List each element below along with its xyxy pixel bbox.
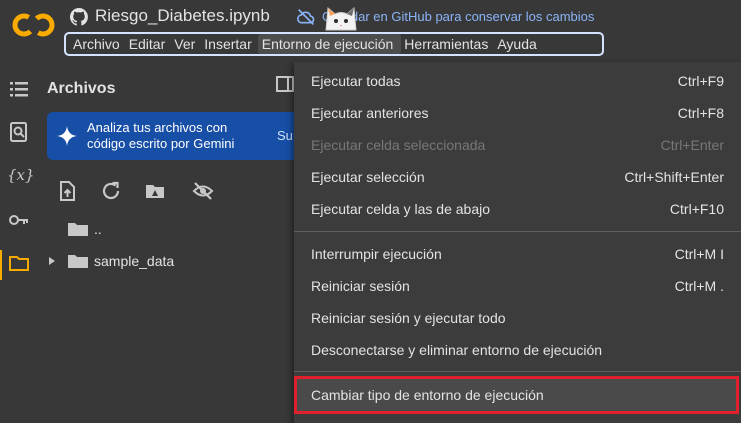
menu-archivo[interactable]: Archivo bbox=[70, 34, 126, 54]
folder-icon[interactable] bbox=[8, 252, 30, 274]
menu-run-cell-and-below[interactable]: Ejecutar celda y las de abajo Ctrl+F10 bbox=[294, 193, 741, 225]
github-icon bbox=[70, 8, 88, 26]
search-icon[interactable] bbox=[8, 121, 30, 143]
menu-restart-session[interactable]: Reiniciar sesión Ctrl+M . bbox=[294, 270, 741, 302]
menu-entorno-de-ejecucion[interactable]: Entorno de ejecución bbox=[257, 34, 402, 54]
menu-change-runtime-type[interactable]: Cambiar tipo de entorno de ejecución bbox=[294, 379, 741, 411]
cloud-off-icon bbox=[297, 9, 315, 25]
menu-bar: Archivo Editar Ver Insertar Entorno de e… bbox=[64, 32, 604, 56]
menu-run-before[interactable]: Ejecutar anteriores Ctrl+F8 bbox=[294, 97, 741, 129]
item-label: Ejecutar todas bbox=[311, 73, 401, 89]
menu-herramientas[interactable]: Herramientas bbox=[401, 34, 494, 54]
menu-run-all[interactable]: Ejecutar todas Ctrl+F9 bbox=[294, 65, 741, 97]
menu-run-selection[interactable]: Ejecutar selección Ctrl+Shift+Enter bbox=[294, 161, 741, 193]
item-shortcut: Ctrl+F8 bbox=[677, 105, 724, 121]
item-label: Interrumpir ejecución bbox=[311, 246, 442, 262]
menu-editar[interactable]: Editar bbox=[126, 34, 172, 54]
menu-run-selected-cell: Ejecutar celda seleccionada Ctrl+Enter bbox=[294, 129, 741, 161]
notebook-title[interactable]: Riesgo_Diabetes.ipynb bbox=[95, 6, 270, 26]
cat-mascot-icon bbox=[325, 6, 357, 31]
refresh-icon[interactable] bbox=[100, 180, 122, 202]
item-label: Ejecutar celda y las de abajo bbox=[311, 201, 490, 217]
expand-caret-icon[interactable] bbox=[47, 256, 57, 266]
menu-disconnect-delete-runtime[interactable]: Desconectarse y eliminar entorno de ejec… bbox=[294, 334, 741, 366]
key-icon[interactable] bbox=[8, 209, 30, 231]
hide-icon[interactable] bbox=[192, 180, 214, 202]
drive-icon[interactable] bbox=[144, 180, 166, 202]
save-to-github-link[interactable]: Guardar en GitHub para conservar los cam… bbox=[322, 9, 594, 24]
gemini-banner[interactable]: Analiza tus archivos con código escrito … bbox=[47, 112, 299, 160]
menu-insertar[interactable]: Insertar bbox=[201, 34, 257, 54]
gemini-banner-action[interactable]: Su bbox=[277, 128, 293, 143]
tree-row-parent[interactable]: .. bbox=[38, 218, 102, 240]
item-shortcut: Ctrl+Shift+Enter bbox=[624, 169, 724, 185]
item-label: Ejecutar celda seleccionada bbox=[311, 137, 486, 153]
tree-label: .. bbox=[94, 221, 102, 237]
folder-icon bbox=[68, 255, 88, 268]
item-label: Reiniciar sesión bbox=[311, 278, 410, 294]
variables-icon[interactable]: {x} bbox=[7, 164, 35, 186]
runtime-dropdown-menu: Ejecutar todas Ctrl+F9 Ejecutar anterior… bbox=[294, 62, 741, 423]
menu-separator bbox=[294, 231, 741, 232]
toc-icon[interactable] bbox=[8, 78, 30, 100]
item-label: Ejecutar selección bbox=[311, 169, 425, 185]
item-label: Reiniciar sesión y ejecutar todo bbox=[311, 310, 506, 326]
gemini-sparkle-icon bbox=[57, 126, 77, 146]
folder-icon bbox=[68, 223, 88, 236]
item-label: Desconectarse y eliminar entorno de ejec… bbox=[311, 342, 603, 358]
item-shortcut: Ctrl+Enter bbox=[660, 137, 724, 153]
menu-ayuda[interactable]: Ayuda bbox=[494, 34, 542, 54]
tree-label: sample_data bbox=[94, 253, 175, 269]
left-rail: {x} bbox=[0, 62, 38, 423]
menu-separator bbox=[294, 371, 741, 372]
colab-logo[interactable] bbox=[12, 10, 56, 40]
item-shortcut: Ctrl+F10 bbox=[669, 201, 724, 217]
files-title: Archivos bbox=[47, 80, 116, 97]
tree-row-sample-data[interactable]: sample_data bbox=[38, 250, 174, 272]
menu-interrupt[interactable]: Interrumpir ejecución Ctrl+M I bbox=[294, 238, 741, 270]
panel-toggle-icon[interactable] bbox=[276, 76, 294, 92]
upload-icon[interactable] bbox=[56, 180, 78, 202]
files-panel: Archivos Analiza tus archivos con código… bbox=[38, 62, 299, 423]
top-bar: Riesgo_Diabetes.ipynb Guardar en GitHub … bbox=[0, 0, 741, 62]
item-shortcut: Ctrl+M I bbox=[674, 246, 724, 262]
gemini-banner-text: Analiza tus archivos con código escrito … bbox=[87, 120, 235, 151]
item-label: Cambiar tipo de entorno de ejecución bbox=[311, 387, 544, 403]
item-shortcut: Ctrl+M . bbox=[674, 278, 724, 294]
active-indicator bbox=[0, 250, 2, 280]
item-shortcut: Ctrl+F9 bbox=[677, 73, 724, 89]
menu-restart-and-run-all[interactable]: Reiniciar sesión y ejecutar todo bbox=[294, 302, 741, 334]
menu-ver[interactable]: Ver bbox=[171, 34, 201, 54]
item-label: Ejecutar anteriores bbox=[311, 105, 429, 121]
